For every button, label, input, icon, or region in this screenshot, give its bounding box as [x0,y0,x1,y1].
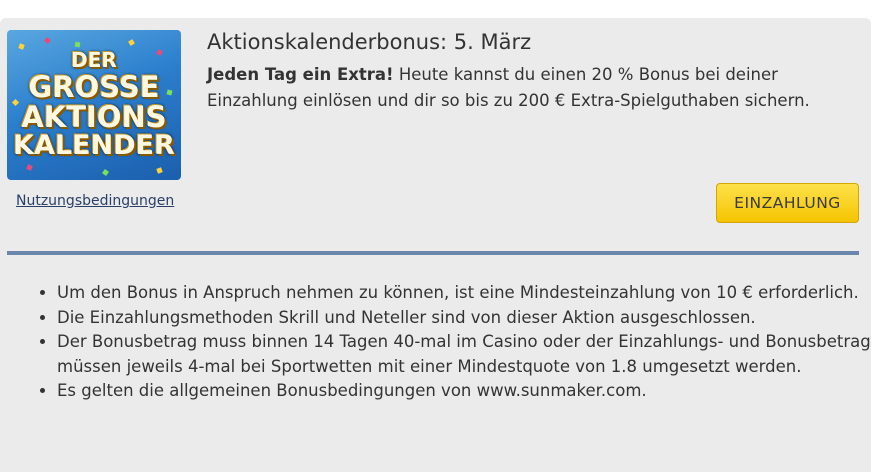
confetti-piece [156,167,163,174]
confetti-piece [43,36,52,45]
bonus-rules-list: Um den Bonus in Anspruch nehmen zu könne… [30,281,881,404]
terms-link[interactable]: Nutzungsbedingungen [16,193,174,209]
logo-line-3: AKTIONS [21,100,167,134]
logo-line-4: KALENDER [13,130,175,161]
promo-lead-bold: Jeden Tag ein Extra! [207,65,394,84]
promo-image: DER GROSSE AKTIONS KALENDER [7,30,181,180]
rule-item: Der Bonusbetrag muss binnen 14 Tagen 40-… [57,330,881,379]
rule-item: Die Einzahlungsmethoden Skrill und Netel… [57,306,881,331]
confetti-piece [128,39,135,46]
confetti-piece [102,169,109,176]
logo-line-1: DER [71,48,117,72]
rule-item: Um den Bonus in Anspruch nehmen zu könne… [57,281,881,306]
confetti-piece [74,41,81,48]
logo-line-2: GROSSE [28,70,160,104]
promo-title: Aktionskalenderbonus: 5. März [207,30,532,54]
section-divider [7,251,859,255]
promo-description: Jeden Tag ein Extra! Heute kannst du ein… [207,62,847,114]
deposit-button[interactable]: EINZAHLUNG [716,183,859,223]
confetti-piece [26,164,33,171]
rule-item: Es gelten die allgemeinen Bonusbedingung… [57,379,881,404]
